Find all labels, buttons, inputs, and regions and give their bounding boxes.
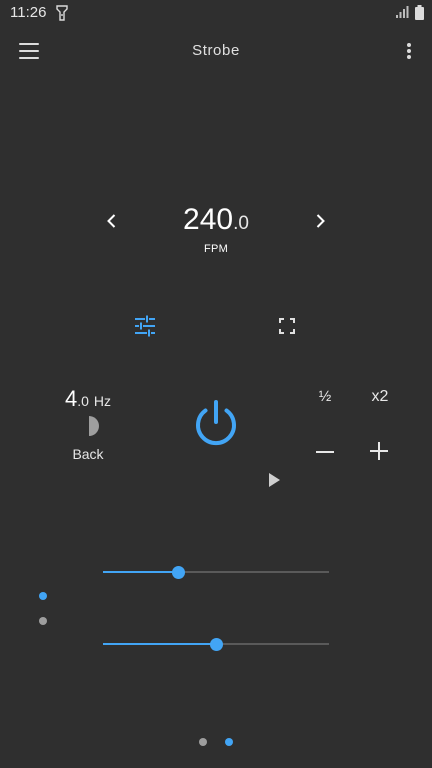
frequency-value: 4.0 Hz <box>40 386 136 412</box>
rate-integer: 240 <box>183 203 234 236</box>
rate-value: 240.0 <box>140 203 292 237</box>
double-button[interactable]: x2 <box>360 383 400 411</box>
tune-icon[interactable] <box>131 312 159 340</box>
slider-fill <box>103 571 178 573</box>
slider-fill <box>103 643 216 645</box>
minus-icon[interactable] <box>310 440 340 464</box>
slider-thumb[interactable] <box>210 638 223 651</box>
more-vert-icon <box>407 43 411 47</box>
battery-icon <box>415 5 424 20</box>
rate-decimal: .0 <box>233 213 249 234</box>
page-title: Strobe <box>192 42 240 59</box>
frequency-integer: 4 <box>64 386 78 411</box>
chevron-right-icon[interactable] <box>307 208 333 234</box>
phase-label: Back <box>72 446 104 462</box>
chevron-left-icon[interactable] <box>99 208 125 234</box>
side-dot-0[interactable] <box>39 592 47 600</box>
plus-icon[interactable] <box>364 436 394 466</box>
status-bar: 11:26 <box>0 0 432 26</box>
fullscreen-icon[interactable] <box>273 312 301 340</box>
side-dot-1[interactable] <box>39 617 47 625</box>
status-time: 11:26 <box>10 4 47 21</box>
slider-bottom[interactable] <box>103 632 329 656</box>
half-moon-icon[interactable] <box>80 415 102 437</box>
page-indicator-dot-1[interactable] <box>199 738 207 746</box>
play-icon[interactable] <box>264 470 284 490</box>
more-options-button[interactable] <box>396 36 422 66</box>
half-button[interactable]: ½ <box>306 383 344 411</box>
signal-icon <box>396 6 409 18</box>
slider-top[interactable] <box>103 560 329 584</box>
slider-thumb[interactable] <box>171 566 185 579</box>
page-indicator-dot-2[interactable] <box>225 738 233 746</box>
rate-unit: FPM <box>203 243 229 255</box>
flashlight-icon <box>56 5 68 21</box>
power-icon[interactable] <box>190 397 242 449</box>
frequency-decimal: .0 <box>77 393 89 409</box>
frequency-unit: Hz <box>93 393 112 409</box>
